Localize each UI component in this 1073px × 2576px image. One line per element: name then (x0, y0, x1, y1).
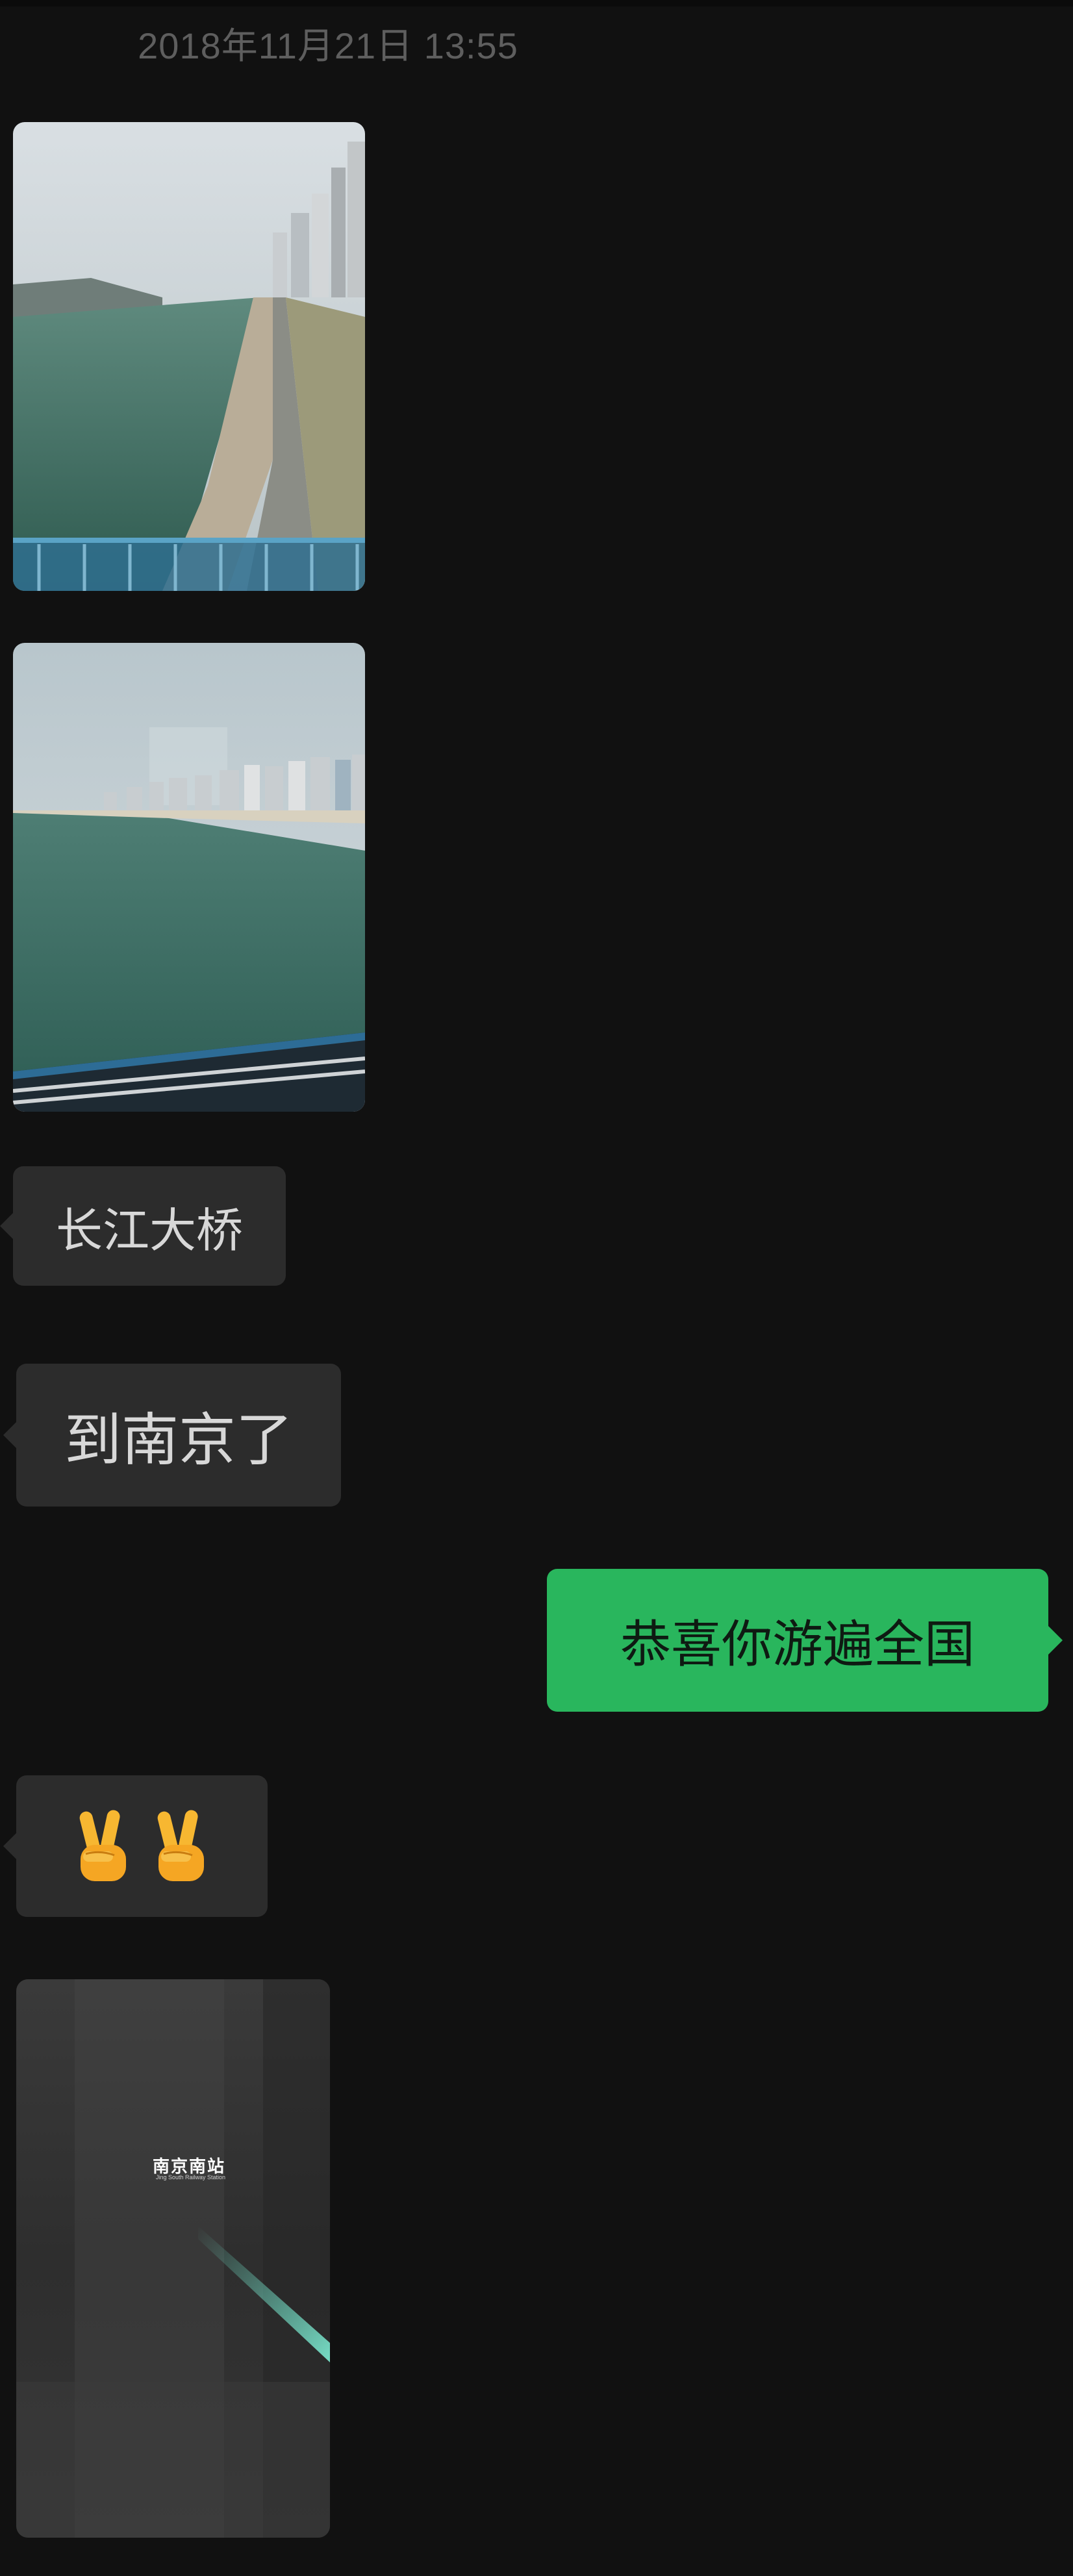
message-bubble-incoming[interactable]: 到南京了 (3, 1364, 341, 1507)
image-message-station-night[interactable]: 南京南站 Jing South Railway Station (16, 1979, 330, 2538)
message-bubble-incoming-emoji[interactable] (3, 1775, 268, 1917)
message-text: 到南京了 (64, 1407, 293, 1472)
status-strip (0, 0, 1073, 6)
victory-hand-emoji-icon (74, 1808, 133, 1884)
message-text: 长江大桥 (55, 1205, 243, 1257)
message-text: 恭喜你游遍全国 (620, 1616, 975, 1673)
victory-hand-emoji-icon (152, 1808, 210, 1884)
image-message-river-skyline[interactable] (13, 643, 365, 1112)
message-bubble-outgoing[interactable]: 恭喜你游遍全国 (547, 1569, 1063, 1712)
message-bubble-incoming[interactable]: 长江大桥 (0, 1166, 286, 1286)
river-skyline-photo-icon (13, 643, 365, 1112)
photo-caption-subtitle: Jing South Railway Station (156, 2174, 226, 2181)
image-message-river-bridge[interactable] (13, 122, 365, 591)
river-bridge-photo-icon (13, 122, 365, 591)
message-timestamp: 2018年11月21日 13:55 (138, 25, 518, 66)
station-night-photo-icon (16, 1979, 330, 2538)
